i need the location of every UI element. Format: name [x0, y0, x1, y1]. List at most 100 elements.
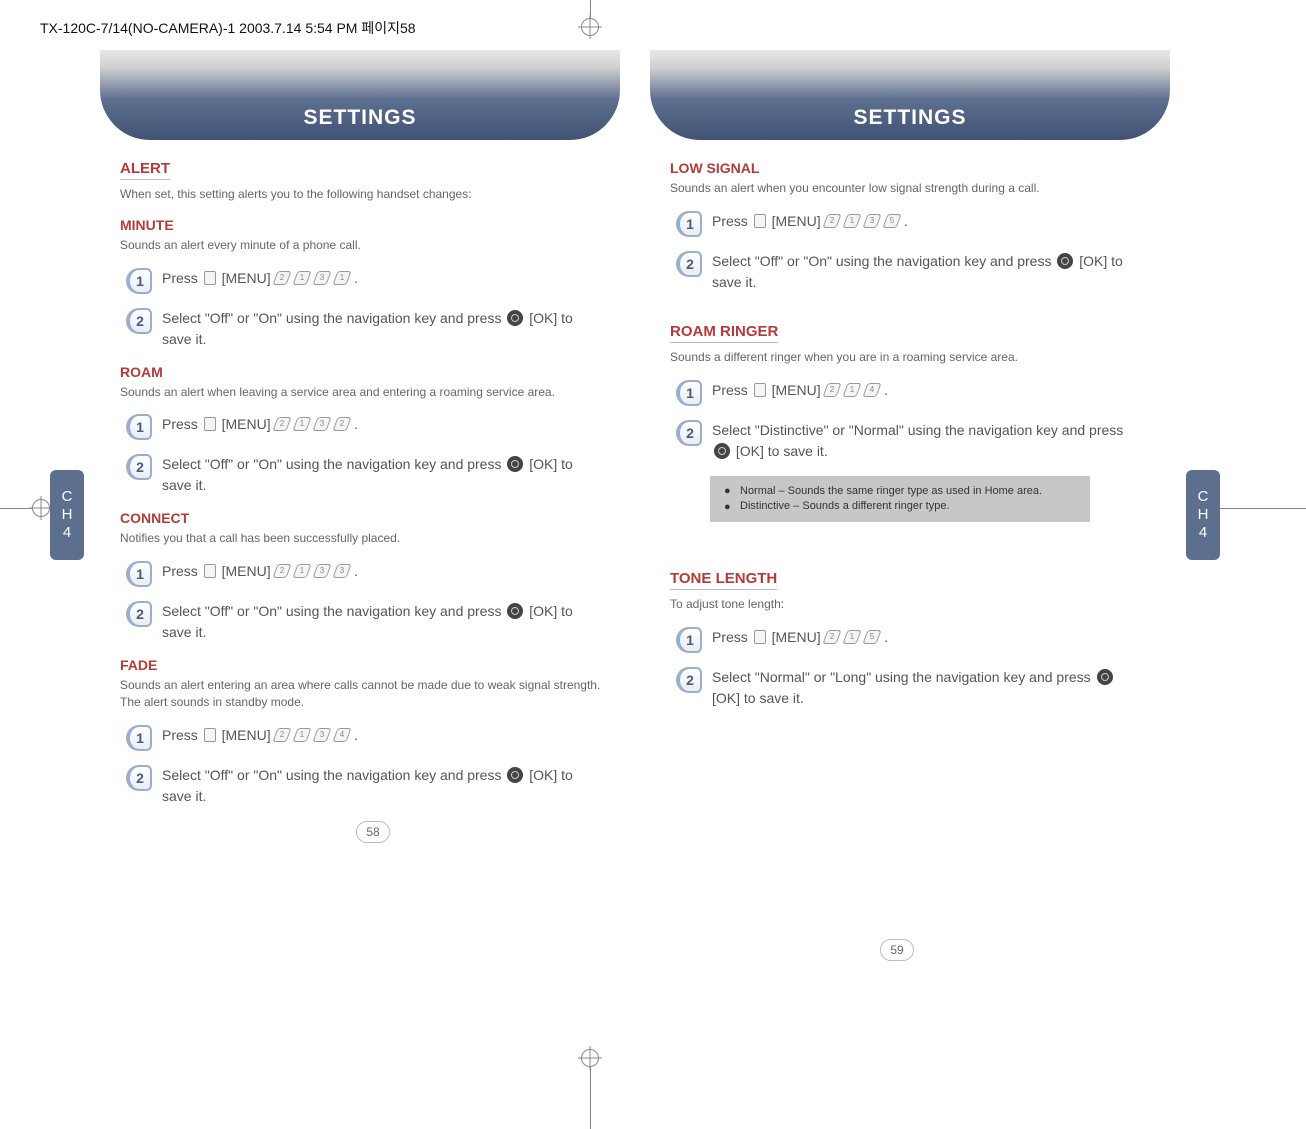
step-badge: 1: [126, 414, 152, 440]
roamringer-step-2: 2 Select "Distinctive" or "Normal" using…: [676, 420, 1170, 462]
roam-step-2: 2 Select "Off" or "On" using the navigat…: [126, 454, 620, 496]
page-number-left: 58: [356, 821, 390, 843]
fade-intro: Sounds an alert entering an area where c…: [120, 677, 620, 711]
step-badge: 1: [676, 380, 702, 406]
minute-heading: MINUTE: [120, 217, 620, 233]
page-number-right: 59: [880, 939, 914, 961]
menu-icon: [204, 728, 216, 742]
step-badge: 1: [676, 211, 702, 237]
key-icon: [863, 383, 882, 397]
key-icon: [313, 417, 332, 431]
tab-h: H: [62, 506, 73, 524]
roam-intro: Sounds an alert when leaving a service a…: [120, 384, 620, 401]
key-icon: [823, 630, 842, 644]
key-icon: [333, 417, 352, 431]
chapter-tab-left: C H 4: [50, 470, 84, 560]
roamringer-heading: ROAM RINGER: [670, 323, 778, 343]
fade-step-2: 2 Select "Off" or "On" using the navigat…: [126, 765, 620, 807]
key-icon: [843, 214, 862, 228]
title-bar-left: SETTINGS: [100, 50, 620, 140]
step-badge: 2: [676, 667, 702, 693]
step-badge: 1: [126, 561, 152, 587]
lowsig-intro: Sounds an alert when you encounter low s…: [670, 180, 1170, 197]
key-icon: [273, 417, 292, 431]
tonelen-step-2: 2 Select "Normal" or "Long" using the na…: [676, 667, 1170, 709]
alert-intro: When set, this setting alerts you to the…: [120, 186, 620, 203]
tonelen-heading: TONE LENGTH: [670, 570, 777, 590]
key-icon: [273, 728, 292, 742]
menu-icon: [754, 214, 766, 228]
tonelen-step-1: 1 Press [MENU] .: [676, 627, 1170, 653]
ok-icon: [507, 603, 523, 619]
tonelen-intro: To adjust tone length:: [670, 596, 1170, 613]
note-line-1: Normal – Sounds the same ringer type as …: [740, 484, 1078, 499]
key-icon: [293, 417, 312, 431]
page-right: SETTINGS C H 4 LOW SIGNAL Sounds an aler…: [650, 30, 1170, 961]
roam-heading: ROAM: [120, 364, 620, 380]
step-badge: 2: [676, 251, 702, 277]
tab-h: H: [1198, 506, 1209, 524]
ok-icon: [1057, 253, 1073, 269]
key-icon: [863, 214, 882, 228]
lowsig-heading: LOW SIGNAL: [670, 160, 1170, 176]
tab-c: C: [62, 488, 73, 506]
tab-num: 4: [1199, 524, 1207, 542]
menu-icon: [754, 630, 766, 644]
title-text: SETTINGS: [853, 106, 966, 130]
step-badge: 2: [676, 420, 702, 446]
lowsig-step-2: 2 Select "Off" or "On" using the navigat…: [676, 251, 1170, 293]
key-icon: [273, 271, 292, 285]
chapter-tab-right: C H 4: [1186, 470, 1220, 560]
key-icon: [333, 564, 352, 578]
key-icon: [843, 383, 862, 397]
connect-step-1: 1 Press [MENU] .: [126, 561, 620, 587]
ok-icon: [1097, 669, 1113, 685]
tab-c: C: [1198, 488, 1209, 506]
key-icon: [313, 564, 332, 578]
key-icon: [823, 214, 842, 228]
key-icon: [293, 728, 312, 742]
step-badge: 2: [126, 765, 152, 791]
connect-intro: Notifies you that a call has been succes…: [120, 530, 620, 547]
key-icon: [293, 564, 312, 578]
menu-icon: [204, 417, 216, 431]
fade-step-1: 1 Press [MENU] .: [126, 725, 620, 751]
key-icon: [313, 728, 332, 742]
tab-num: 4: [63, 524, 71, 542]
step-badge: 1: [676, 627, 702, 653]
step-badge: 2: [126, 308, 152, 334]
bullet-icon: ●: [724, 500, 731, 515]
fade-heading: FADE: [120, 657, 620, 673]
key-icon: [313, 271, 332, 285]
ok-icon: [507, 767, 523, 783]
title-text: SETTINGS: [303, 106, 416, 130]
note-line-2: Distinctive – Sounds a different ringer …: [740, 499, 1078, 514]
menu-icon: [204, 564, 216, 578]
minute-step-1: 1 Press [MENU] .: [126, 268, 620, 294]
step-badge: 2: [126, 601, 152, 627]
minute-intro: Sounds an alert every minute of a phone …: [120, 237, 620, 254]
roam-step-1: 1 Press [MENU] .: [126, 414, 620, 440]
bullet-icon: ●: [724, 484, 731, 499]
title-bar-right: SETTINGS: [650, 50, 1170, 140]
key-icon: [333, 271, 352, 285]
step-badge: 1: [126, 725, 152, 751]
step-badge: 2: [126, 454, 152, 480]
ok-icon: [714, 443, 730, 459]
step-badge: 1: [126, 268, 152, 294]
roamringer-step-1: 1 Press [MENU] .: [676, 380, 1170, 406]
key-icon: [333, 728, 352, 742]
ok-icon: [507, 310, 523, 326]
key-icon: [843, 630, 862, 644]
alert-heading: ALERT: [120, 160, 170, 180]
roamringer-intro: Sounds a different ringer when you are i…: [670, 349, 1170, 366]
connect-heading: CONNECT: [120, 510, 620, 526]
page-left: SETTINGS C H 4 ALERT When set, this sett…: [100, 30, 620, 961]
key-icon: [863, 630, 882, 644]
menu-icon: [204, 271, 216, 285]
connect-step-2: 2 Select "Off" or "On" using the navigat…: [126, 601, 620, 643]
lowsig-step-1: 1 Press [MENU] .: [676, 211, 1170, 237]
minute-step-2: 2 Select "Off" or "On" using the navigat…: [126, 308, 620, 350]
ok-icon: [507, 456, 523, 472]
key-icon: [823, 383, 842, 397]
